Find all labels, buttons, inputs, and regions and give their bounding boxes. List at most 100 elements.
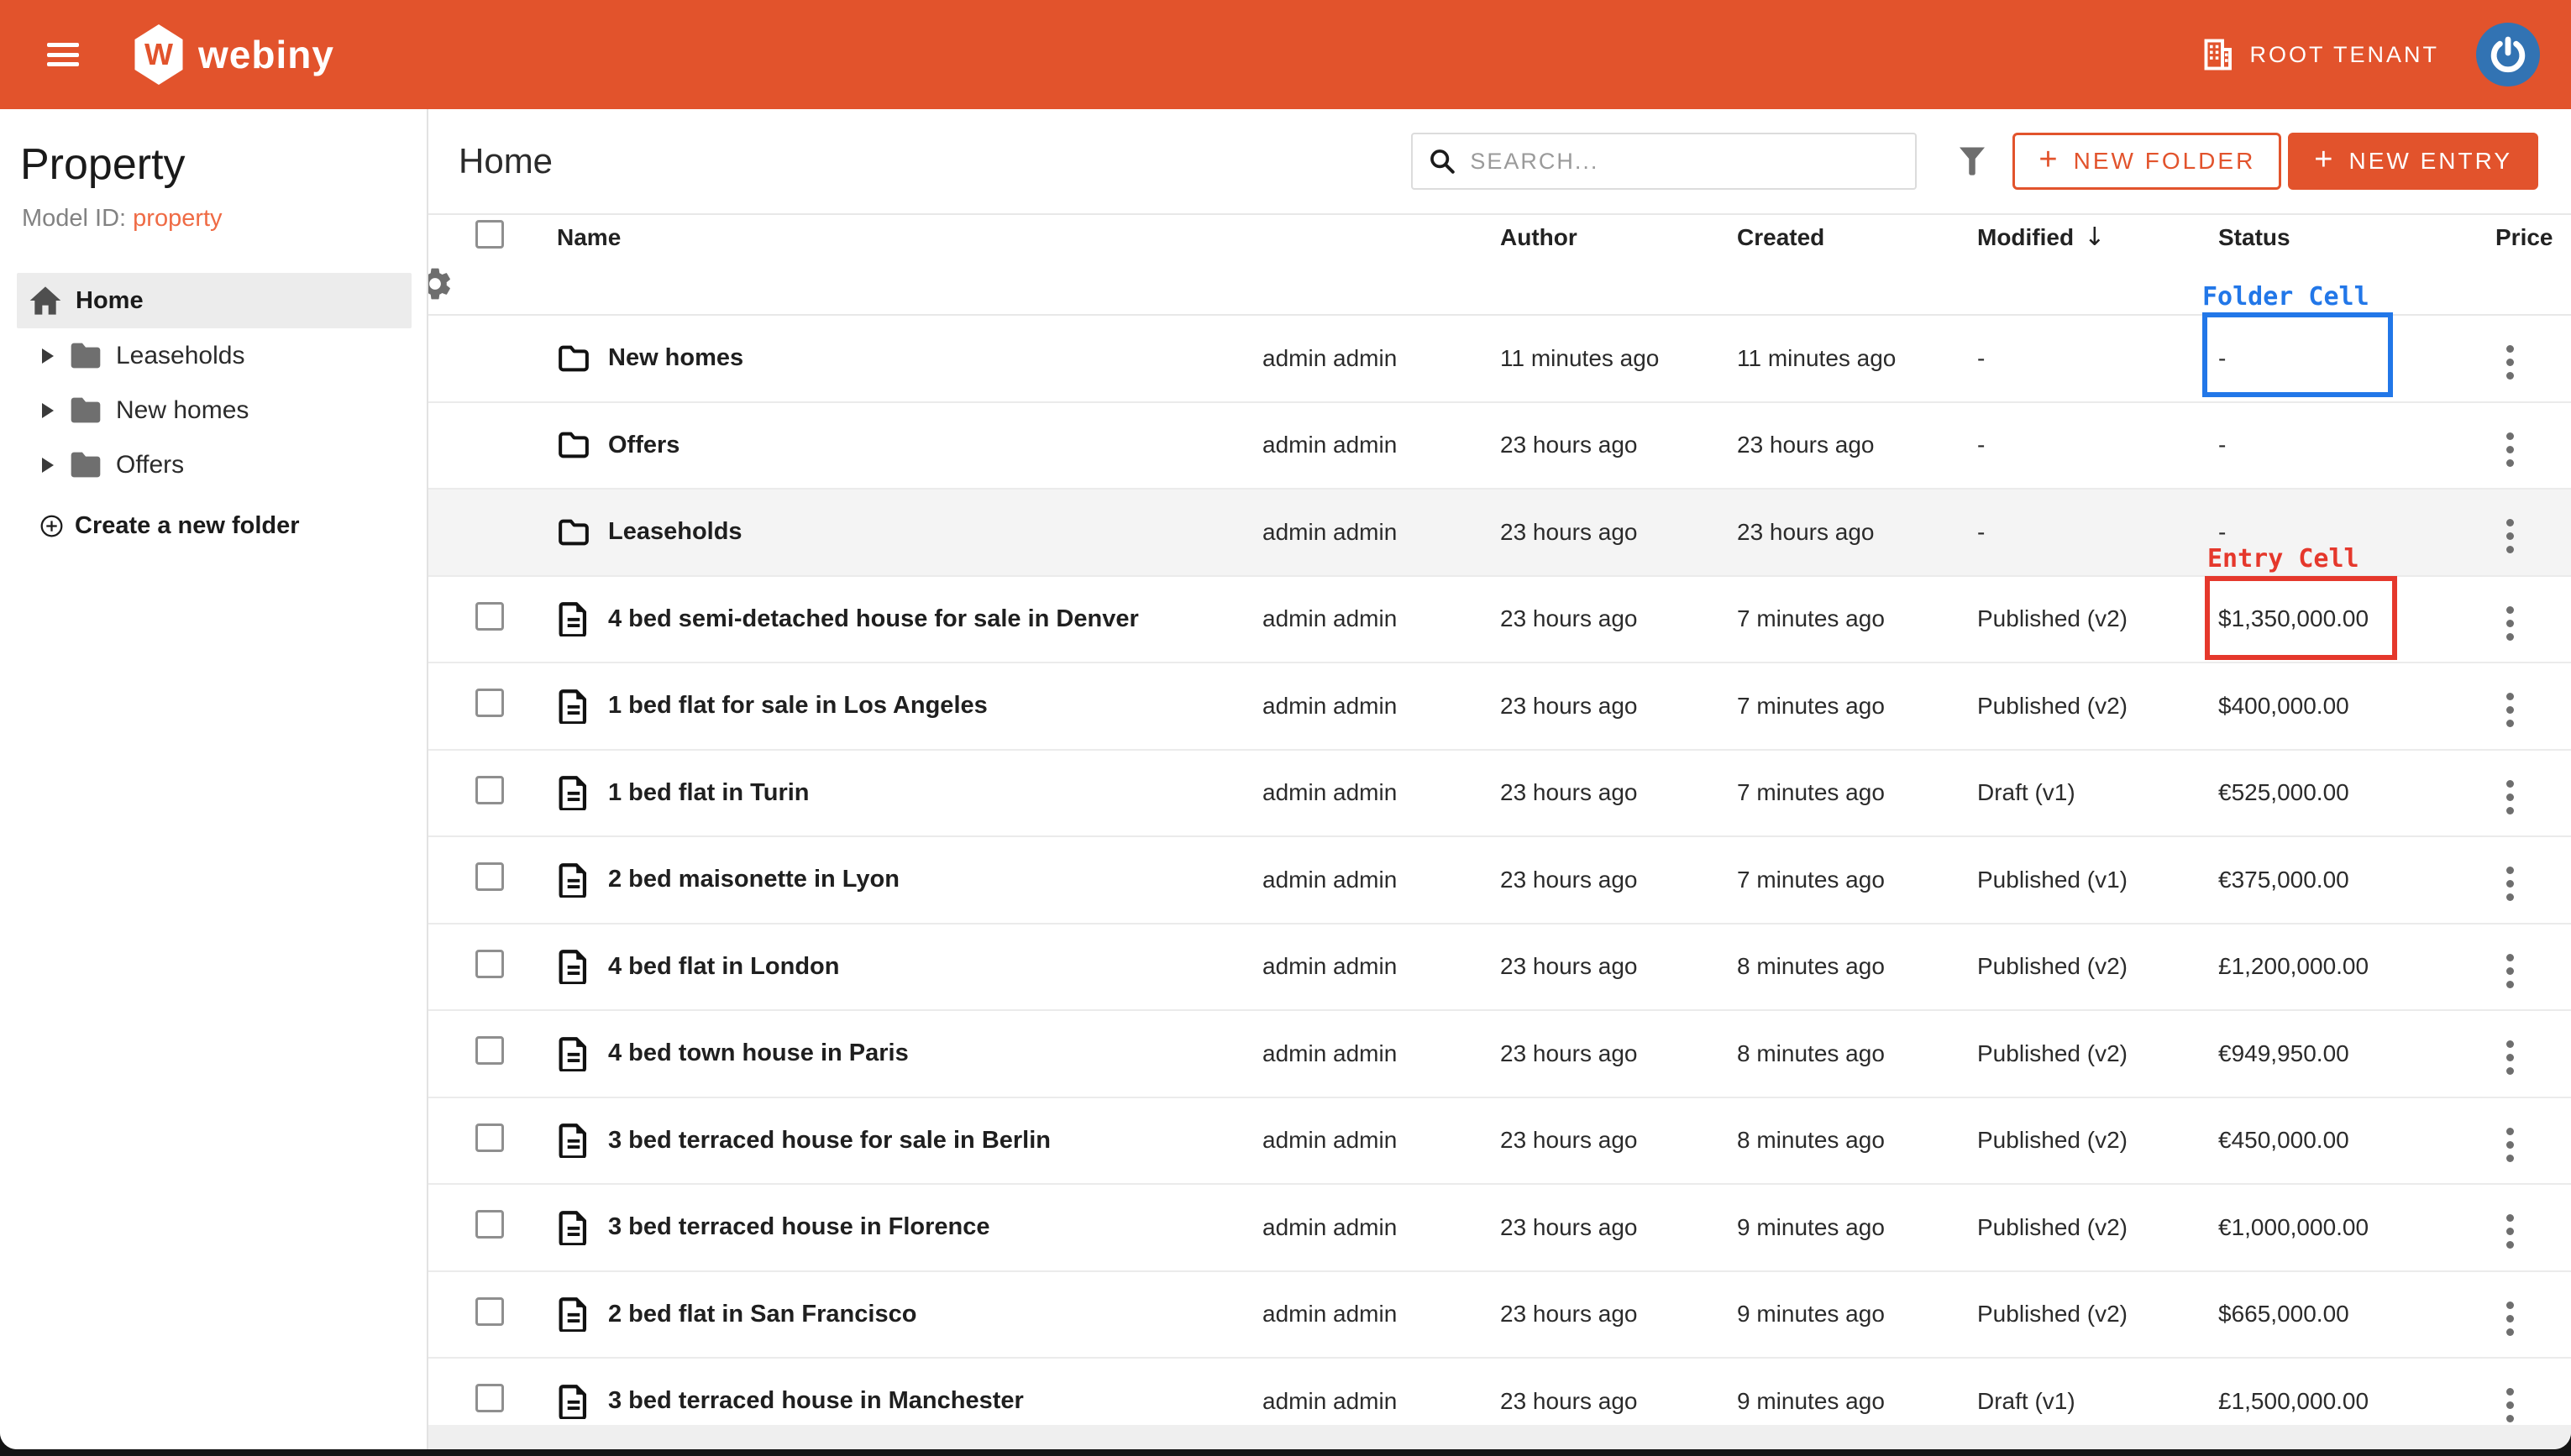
table-row-entry[interactable]: 3 bed terraced house in Manchesteradmin … — [428, 1359, 2571, 1425]
kebab-menu-icon[interactable] — [2501, 340, 2519, 385]
table-row-entry[interactable]: 4 bed town house in Parisadmin admin23 h… — [428, 1011, 2571, 1098]
folder-icon — [69, 396, 102, 424]
row-name[interactable]: New homes — [608, 344, 1262, 372]
row-name[interactable]: 2 bed maisonette in Lyon — [608, 866, 1262, 893]
sidebar-item-offers[interactable]: Offers — [0, 437, 427, 492]
kebab-menu-icon[interactable] — [2501, 1035, 2519, 1080]
kebab-menu-icon[interactable] — [2501, 688, 2519, 732]
row-status: - — [1977, 519, 2218, 546]
row-status: - — [1977, 432, 2218, 458]
circle-plus-icon — [40, 515, 63, 537]
tenant-selector[interactable]: ROOT TENANT — [2202, 38, 2439, 71]
column-header-created[interactable]: Created — [1737, 224, 1977, 251]
row-checkbox[interactable] — [475, 862, 504, 891]
row-price: €949,950.00 — [2218, 1040, 2495, 1067]
table-row-entry[interactable]: 1 bed flat for sale in Los Angelesadmin … — [428, 663, 2571, 751]
expand-arrow-icon[interactable] — [42, 403, 54, 418]
new-entry-button[interactable]: + NEW ENTRY — [2288, 133, 2538, 190]
table-row-entry[interactable]: 1 bed flat in Turinadmin admin23 hours a… — [428, 751, 2571, 838]
webiny-logo-icon: W — [133, 24, 185, 85]
sidebar-item-home[interactable]: Home — [17, 273, 412, 328]
folder-icon — [69, 342, 102, 369]
column-settings-gear-icon[interactable] — [428, 264, 454, 303]
row-name[interactable]: 4 bed flat in London — [608, 953, 1262, 981]
model-id-value[interactable]: property — [133, 205, 222, 232]
kebab-menu-icon[interactable] — [2501, 427, 2519, 472]
column-header-name[interactable]: Name — [557, 224, 1262, 251]
row-status: Published (v2) — [1977, 605, 2218, 632]
kebab-menu-icon[interactable] — [2501, 862, 2519, 906]
row-checkbox[interactable] — [475, 1210, 504, 1239]
table-row-entry[interactable]: 2 bed flat in San Franciscoadmin admin23… — [428, 1272, 2571, 1359]
select-all-checkbox[interactable] — [475, 220, 504, 249]
row-created: 23 hours ago — [1500, 693, 1737, 720]
row-price: - — [2218, 519, 2495, 546]
row-checkbox[interactable] — [475, 1297, 504, 1326]
row-checkbox[interactable] — [475, 950, 504, 978]
table-row-entry[interactable]: 3 bed terraced house for sale in Berlina… — [428, 1098, 2571, 1186]
kebab-menu-icon[interactable] — [2501, 1296, 2519, 1341]
kebab-menu-icon[interactable] — [2501, 1123, 2519, 1167]
row-checkbox[interactable] — [475, 689, 504, 717]
kebab-menu-icon[interactable] — [2501, 601, 2519, 646]
expand-arrow-icon[interactable] — [42, 458, 54, 473]
kebab-menu-icon[interactable] — [2501, 949, 2519, 993]
hamburger-menu-icon[interactable] — [47, 43, 79, 66]
sidebar-folder-label: Offers — [116, 451, 184, 479]
table-row-entry[interactable]: 3 bed terraced house in Florenceadmin ad… — [428, 1185, 2571, 1272]
sort-desc-icon[interactable]: ↓ — [2084, 223, 2105, 252]
document-icon — [557, 1210, 608, 1245]
row-created: 23 hours ago — [1500, 1301, 1737, 1328]
sidebar-item-leaseholds[interactable]: Leaseholds — [0, 328, 427, 383]
table-row-entry[interactable]: 4 bed flat in Londonadmin admin23 hours … — [428, 924, 2571, 1012]
table-row-entry[interactable]: 2 bed maisonette in Lyonadmin admin23 ho… — [428, 837, 2571, 924]
filter-icon[interactable] — [1957, 144, 1987, 178]
column-header-author[interactable]: Author — [1500, 224, 1737, 251]
row-modified: 11 minutes ago — [1737, 345, 1977, 372]
kebab-menu-icon[interactable] — [2501, 1209, 2519, 1254]
create-folder-label: Create a new folder — [75, 512, 300, 540]
row-name[interactable]: 4 bed semi-detached house for sale in De… — [608, 605, 1262, 633]
row-checkbox[interactable] — [475, 776, 504, 804]
row-checkbox[interactable] — [475, 1384, 504, 1412]
sidebar-item-new-homes[interactable]: New homes — [0, 383, 427, 437]
row-name[interactable]: Leaseholds — [608, 518, 1262, 546]
search-icon — [1428, 147, 1456, 175]
row-name[interactable]: 3 bed terraced house in Manchester — [608, 1387, 1262, 1415]
row-checkbox[interactable] — [475, 1123, 504, 1152]
row-author: admin admin — [1262, 519, 1500, 546]
document-icon — [557, 1384, 608, 1419]
row-name[interactable]: 1 bed flat for sale in Los Angeles — [608, 692, 1262, 720]
search-box[interactable] — [1411, 133, 1917, 190]
document-icon — [557, 775, 608, 810]
column-header-status[interactable]: Status — [2218, 224, 2495, 251]
kebab-menu-icon[interactable] — [2501, 775, 2519, 820]
row-modified: 8 minutes ago — [1737, 1127, 1977, 1154]
building-icon — [2202, 38, 2233, 71]
row-created: 23 hours ago — [1500, 953, 1737, 980]
document-icon — [557, 1036, 608, 1071]
create-new-folder-button[interactable]: Create a new folder — [0, 499, 427, 553]
expand-arrow-icon[interactable] — [42, 348, 54, 364]
row-name[interactable]: 3 bed terraced house in Florence — [608, 1213, 1262, 1241]
row-checkbox[interactable] — [475, 1036, 504, 1065]
row-price: €525,000.00 — [2218, 779, 2495, 806]
column-header-modified[interactable]: Modified↓ — [1977, 223, 2218, 252]
row-author: admin admin — [1262, 867, 1500, 893]
new-folder-button[interactable]: + NEW FOLDER — [2012, 133, 2281, 190]
kebab-menu-icon[interactable] — [2501, 1383, 2519, 1425]
row-name[interactable]: Offers — [608, 432, 1262, 459]
kebab-menu-icon[interactable] — [2501, 514, 2519, 558]
search-input[interactable] — [1470, 149, 1873, 175]
row-name[interactable]: 4 bed town house in Paris — [608, 1040, 1262, 1067]
user-avatar[interactable] — [2476, 23, 2540, 86]
row-checkbox[interactable] — [475, 602, 504, 631]
row-name[interactable]: 2 bed flat in San Francisco — [608, 1301, 1262, 1328]
folder-cell-annotation-box — [2202, 312, 2393, 397]
column-header-price[interactable]: Price — [2495, 224, 2571, 251]
table-row-folder[interactable]: Offersadmin admin23 hours ago23 hours ag… — [428, 403, 2571, 490]
row-modified: 8 minutes ago — [1737, 1040, 1977, 1067]
row-name[interactable]: 1 bed flat in Turin — [608, 779, 1262, 807]
row-status: Published (v2) — [1977, 953, 2218, 980]
row-name[interactable]: 3 bed terraced house for sale in Berlin — [608, 1127, 1262, 1155]
